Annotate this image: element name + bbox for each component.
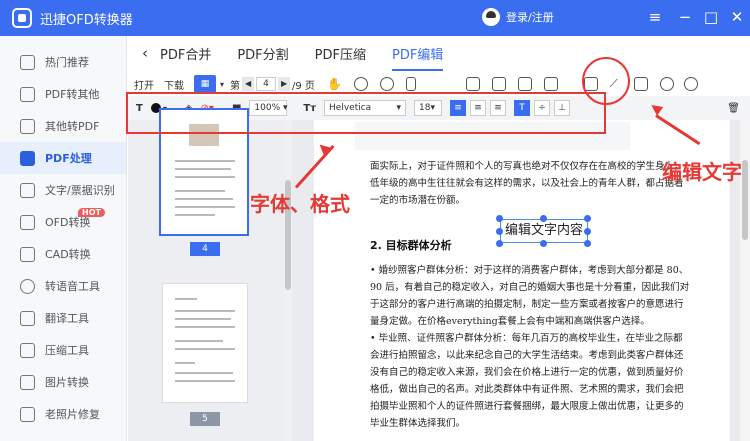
- sidebar-item-label: 翻译工具: [45, 312, 89, 325]
- edit-text-label: 编辑文字: [662, 160, 742, 184]
- sidebar-item-cad[interactable]: CAD转换: [0, 238, 126, 270]
- title-bar: 迅捷OFD转换器 登录/注册 ≡ − □ ✕: [0, 0, 750, 36]
- note-icon[interactable]: [543, 77, 558, 91]
- next-page-icon[interactable]: ▶: [278, 77, 291, 91]
- resize-handle[interactable]: [496, 240, 503, 247]
- sidebar-item-hot[interactable]: 热门推荐: [0, 46, 126, 78]
- login-button[interactable]: 登录/注册: [482, 8, 554, 26]
- sidebar-item-pdf-process[interactable]: PDF处理: [0, 142, 126, 174]
- resize-handle[interactable]: [540, 215, 547, 222]
- tab-pdf-edit[interactable]: PDF编辑: [391, 44, 444, 71]
- chevron-down-icon[interactable]: ▾: [220, 80, 224, 89]
- photo-repair-icon: [20, 406, 35, 422]
- resize-handle[interactable]: [496, 228, 503, 235]
- sidebar-item-other-to-pdf[interactable]: 其他转PDF: [0, 110, 126, 142]
- sidebar-item-label: 压缩工具: [45, 344, 89, 357]
- back-icon[interactable]: ‹: [142, 44, 148, 62]
- thumbnail-page-number: 4: [190, 242, 220, 256]
- sidebar-item-ofd[interactable]: OFD转换 HOT: [0, 206, 126, 238]
- resize-handle[interactable]: [584, 228, 591, 235]
- sidebar-item-compress[interactable]: 压缩工具: [0, 334, 126, 366]
- close-icon[interactable]: ✕: [728, 8, 746, 26]
- avatar-icon: [482, 8, 500, 26]
- format-toolbar-highlight: [126, 92, 606, 134]
- document-paragraph: 面实际上，对于证件照和个人的写真也绝对不仅仅存在在高校的学生身上，低年级的高中生…: [370, 161, 684, 206]
- sidebar-item-label: 热门推荐: [45, 56, 89, 69]
- trash-icon[interactable]: 🗑: [727, 103, 740, 114]
- sidebar-item-pdf-to-other[interactable]: PDF转其他: [0, 78, 126, 110]
- text-tool-highlight: [582, 57, 630, 105]
- document-heading: 2. 目标群体分析: [370, 239, 452, 252]
- minimize-icon[interactable]: −: [676, 8, 694, 26]
- document-paragraph: • 婚纱照客户群体分析：对于这样的消费客户群体，考虑到大部分都是 80、90 后…: [370, 265, 690, 327]
- pdf-process-icon: [20, 150, 35, 166]
- thumbnail-page-number: 5: [190, 412, 220, 426]
- sidebar-item-label: PDF处理: [45, 152, 92, 165]
- zoom-in-icon[interactable]: [379, 77, 394, 91]
- thumbnail-page-5[interactable]: [162, 283, 248, 403]
- convert-icon: [20, 118, 35, 134]
- font-format-label: 字体、格式: [250, 192, 350, 216]
- image-insert-icon[interactable]: [517, 77, 532, 91]
- translate-icon: [20, 310, 35, 326]
- resize-handle[interactable]: [584, 215, 591, 222]
- tab-pdf-merge[interactable]: PDF合并: [160, 44, 211, 63]
- resize-handle[interactable]: [496, 215, 503, 222]
- app-logo-icon: [12, 8, 32, 28]
- image-icon: [20, 374, 35, 390]
- hand-tool-icon[interactable]: ✋: [327, 77, 342, 91]
- sidebar-item-ocr[interactable]: 文字/票据识别: [0, 174, 126, 206]
- zoom-out-icon[interactable]: [353, 77, 368, 91]
- sidebar-item-label: 其他转PDF: [45, 120, 100, 133]
- open-button[interactable]: 打开: [134, 77, 154, 92]
- prev-page-icon[interactable]: ◀: [242, 77, 255, 91]
- search-icon[interactable]: [683, 77, 698, 91]
- thumbnail-scrollbar[interactable]: [284, 120, 292, 441]
- hot-badge: HOT: [78, 208, 105, 217]
- sidebar-item-voice[interactable]: 转语音工具: [0, 270, 126, 302]
- thumbs-up-icon: [20, 54, 35, 70]
- sidebar: 热门推荐 PDF转其他 其他转PDF PDF处理 文字/票据识别 OFD转换 HO…: [0, 36, 127, 441]
- highlight-icon[interactable]: [491, 77, 506, 91]
- print-icon[interactable]: [633, 77, 648, 91]
- menu-icon[interactable]: ≡: [646, 8, 664, 26]
- resize-handle[interactable]: [540, 240, 547, 247]
- sidebar-item-photo-repair[interactable]: 老照片修复: [0, 398, 126, 430]
- login-label: 登录/注册: [506, 11, 554, 24]
- pdf-icon: [20, 86, 35, 102]
- sidebar-item-label: 转语音工具: [45, 280, 100, 293]
- share-icon[interactable]: [659, 77, 674, 91]
- tab-pdf-compress[interactable]: PDF压缩: [315, 44, 366, 63]
- sidebar-item-label: CAD转换: [45, 248, 91, 261]
- page-prefix: 第: [230, 80, 241, 92]
- voice-icon: [20, 278, 35, 294]
- tab-bar: ‹ PDF合并 PDF分割 PDF压缩 PDF编辑: [128, 36, 750, 71]
- maximize-icon[interactable]: □: [702, 8, 720, 26]
- page-navigator: 第 ◀ 4 ▶ /9 页: [230, 77, 315, 92]
- sidebar-item-image[interactable]: 图片转换: [0, 366, 126, 398]
- sidebar-item-translate[interactable]: 翻译工具: [0, 302, 126, 334]
- sidebar-item-label: 图片转换: [45, 376, 89, 389]
- fit-page-icon[interactable]: [405, 77, 416, 91]
- document-paragraph: • 毕业照、证件照客户群体分析：每年几百万的高校毕业生，在毕业之际都会进行拍照留…: [370, 333, 684, 429]
- compress-icon: [20, 342, 35, 358]
- ofd-icon: [20, 214, 35, 230]
- download-button[interactable]: 下载: [164, 77, 184, 92]
- resize-handle[interactable]: [584, 240, 591, 247]
- cad-icon: [20, 246, 35, 262]
- pen-icon[interactable]: [465, 77, 480, 91]
- sidebar-item-label: 老照片修复: [45, 408, 100, 421]
- app-title: 迅捷OFD转换器: [40, 12, 133, 28]
- page-total: /9 页: [292, 80, 315, 92]
- tab-pdf-split[interactable]: PDF分割: [237, 44, 288, 63]
- thumbnail-view-icon[interactable]: ▦: [194, 75, 216, 93]
- ocr-icon: [20, 182, 35, 198]
- sidebar-item-label: PDF转其他: [45, 88, 100, 101]
- page-input[interactable]: 4: [256, 77, 277, 91]
- sidebar-item-label: 文字/票据识别: [45, 184, 115, 197]
